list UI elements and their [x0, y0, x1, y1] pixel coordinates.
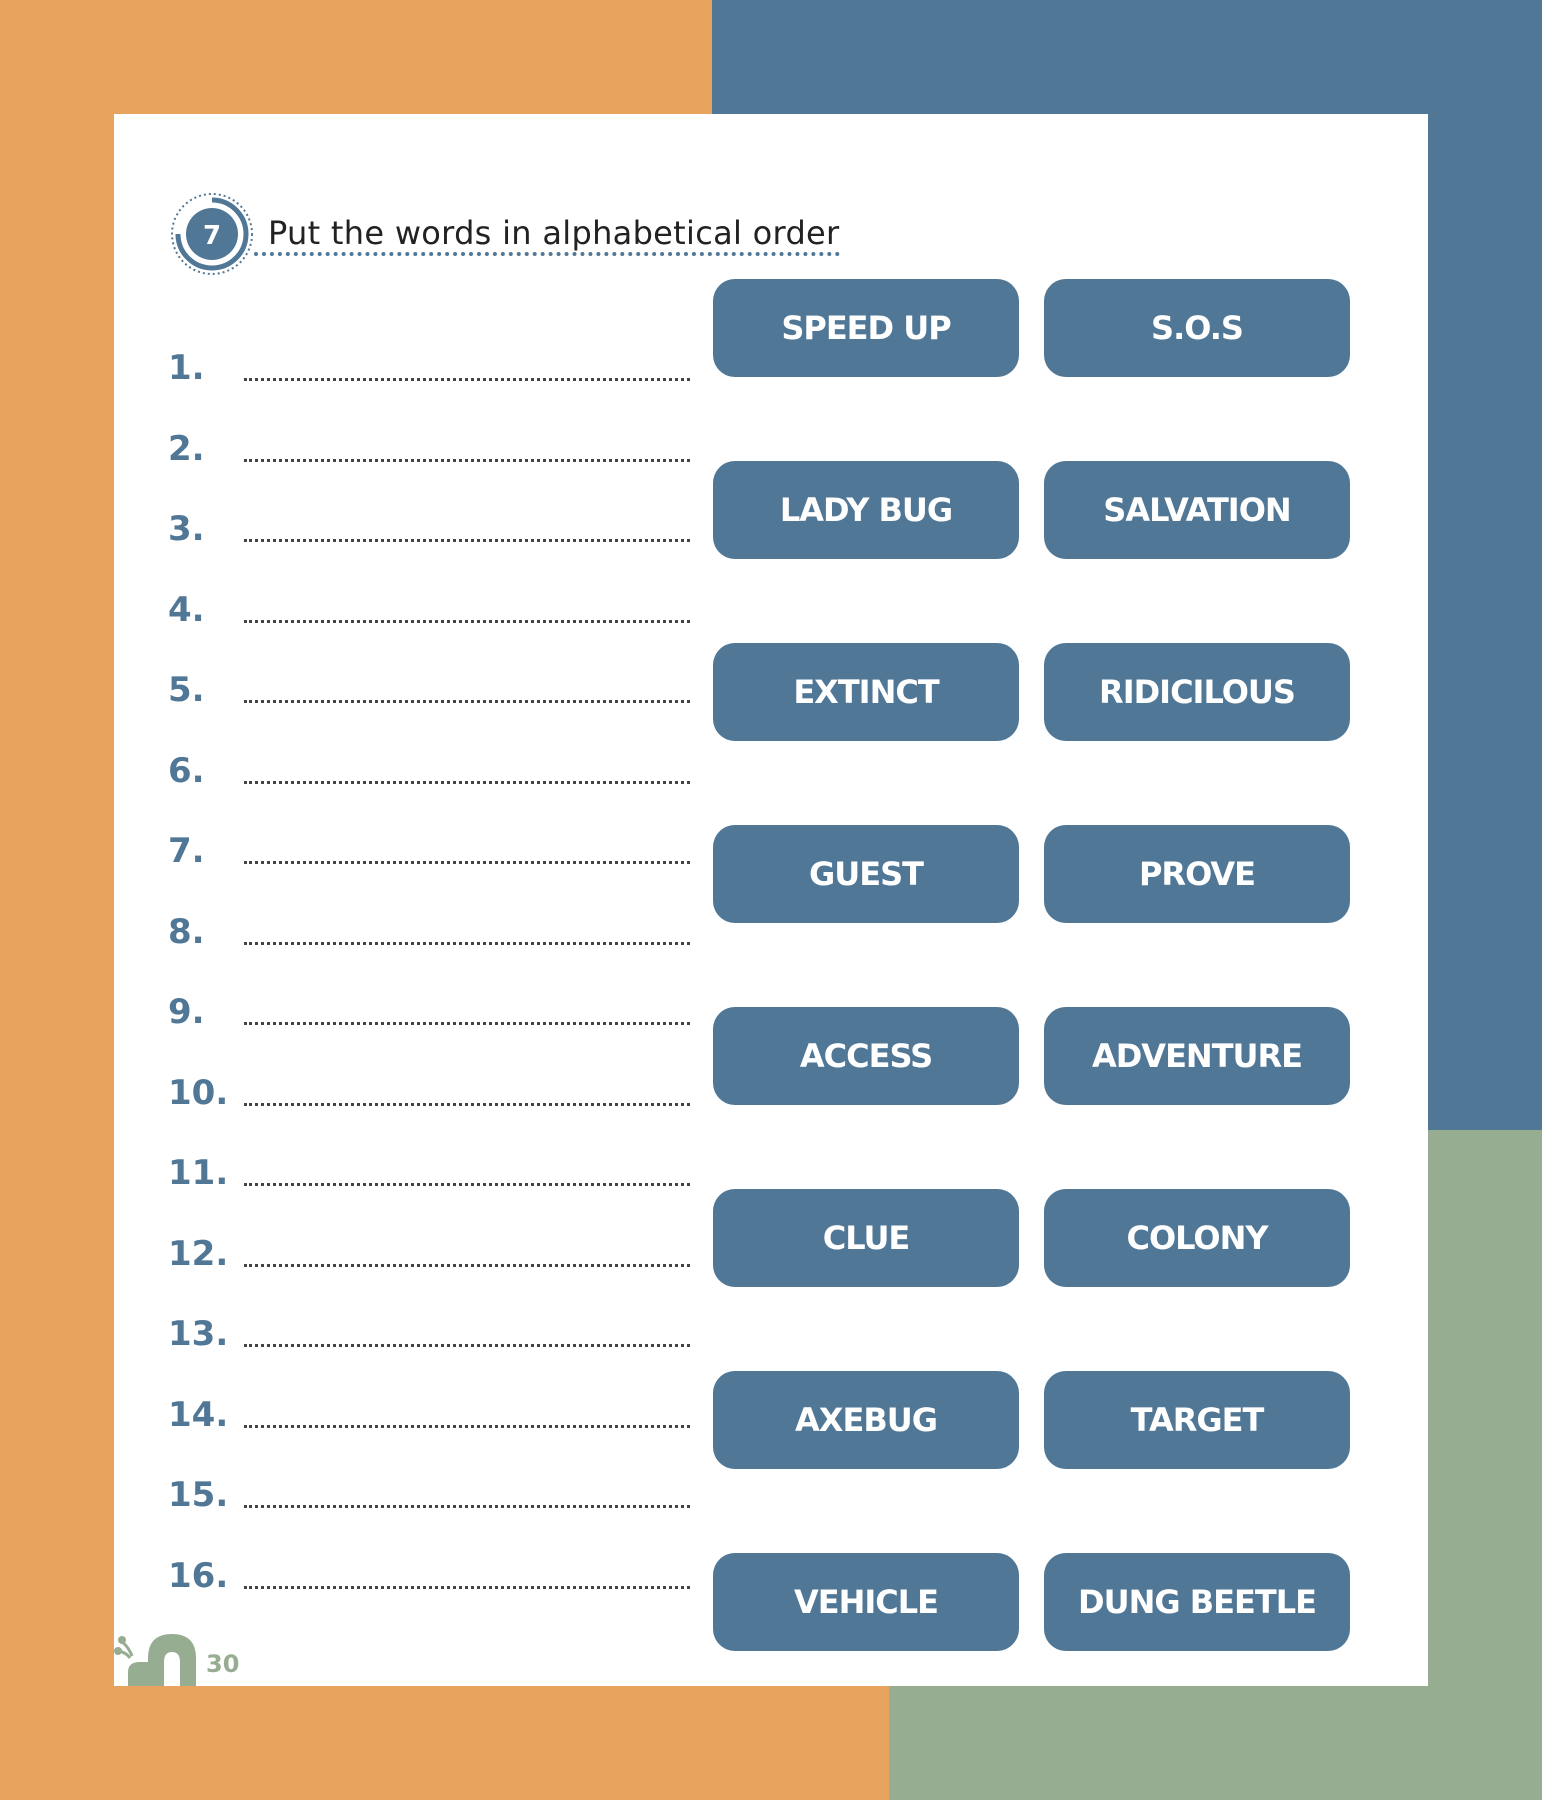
- word-tile[interactable]: LADY BUG: [713, 461, 1019, 559]
- word-tile[interactable]: ADVENTURE: [1044, 1007, 1350, 1105]
- word-tile-label: SPEED UP: [781, 309, 951, 347]
- worksheet-page: 7 Put the words in alphabetical order 1.…: [114, 114, 1428, 1686]
- word-tile-label: TARGET: [1130, 1401, 1265, 1439]
- word-tile-label: EXTINCT: [793, 673, 939, 711]
- word-tile[interactable]: GUEST: [713, 825, 1019, 923]
- word-tile-label: S.O.S: [1151, 309, 1244, 347]
- word-tile[interactable]: ACCESS: [713, 1007, 1019, 1105]
- word-tile[interactable]: CLUE: [713, 1189, 1019, 1287]
- page-number: 30: [206, 1650, 240, 1678]
- word-tile-label: ACCESS: [799, 1037, 933, 1075]
- word-tile-label: SALVATION: [1103, 491, 1291, 529]
- word-tile-label: GUEST: [809, 855, 924, 893]
- word-tile-label: DUNG BEETLE: [1078, 1583, 1317, 1621]
- word-tile[interactable]: VEHICLE: [713, 1553, 1019, 1651]
- snail-icon: [114, 1634, 196, 1686]
- word-tile-label: RIDICILOUS: [1099, 673, 1296, 711]
- word-tile[interactable]: S.O.S: [1044, 279, 1350, 377]
- word-tile[interactable]: PROVE: [1044, 825, 1350, 923]
- word-tile-label: LADY BUG: [779, 491, 953, 529]
- background-green-block-bottom: [889, 1686, 1542, 1800]
- word-tile-label: AXEBUG: [795, 1401, 938, 1439]
- word-tile[interactable]: RIDICILOUS: [1044, 643, 1350, 741]
- word-tile-label: COLONY: [1126, 1219, 1268, 1257]
- word-tile-label: ADVENTURE: [1091, 1037, 1303, 1075]
- word-tile-label: CLUE: [822, 1219, 911, 1257]
- word-tile-label: VEHICLE: [793, 1583, 939, 1621]
- word-bank: SPEED UP S.O.S LADY BUG SALVATION EXTINCT RID…: [114, 114, 1428, 1686]
- word-tile[interactable]: COLONY: [1044, 1189, 1350, 1287]
- word-tile[interactable]: DUNG BEETLE: [1044, 1553, 1350, 1651]
- word-tile-label: PROVE: [1138, 855, 1256, 893]
- word-tile[interactable]: AXEBUG: [713, 1371, 1019, 1469]
- word-tile[interactable]: EXTINCT: [713, 643, 1019, 741]
- word-tile[interactable]: SALVATION: [1044, 461, 1350, 559]
- word-tile[interactable]: SPEED UP: [713, 279, 1019, 377]
- word-tile[interactable]: TARGET: [1044, 1371, 1350, 1469]
